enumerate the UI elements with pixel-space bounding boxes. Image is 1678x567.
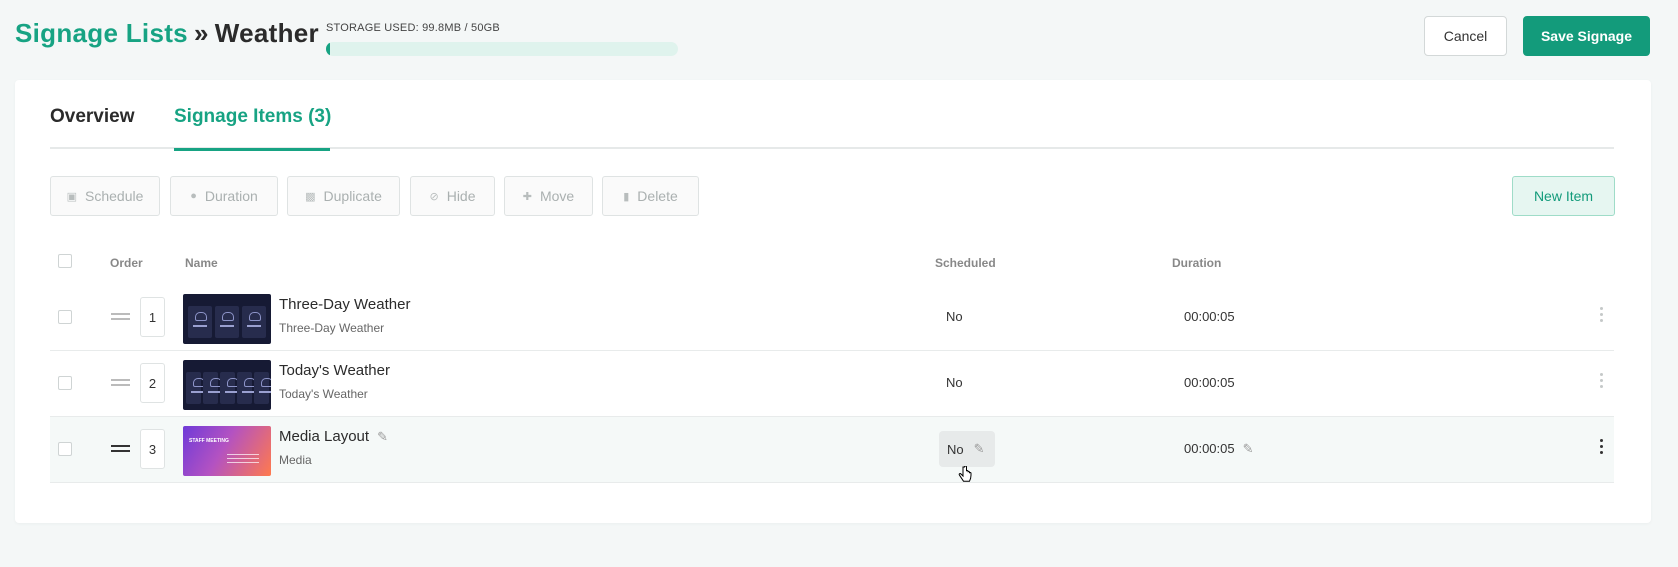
hide-label: Hide: [446, 188, 476, 204]
cancel-button[interactable]: Cancel: [1424, 16, 1507, 56]
item-type: Media: [279, 453, 312, 467]
duration-value: 00:00:05: [1184, 375, 1235, 390]
tab-overview[interactable]: Overview: [50, 100, 135, 149]
clock-icon: ●: [190, 190, 197, 202]
breadcrumb-current: Weather: [214, 18, 319, 48]
edit-duration-pencil-icon[interactable]: ✎: [1243, 441, 1254, 457]
edit-schedule-pencil-icon[interactable]: ✎: [974, 441, 985, 457]
item-name: Media Layout: [279, 428, 370, 445]
column-header-duration: Duration: [1172, 256, 1222, 270]
duplicate-label: Duplicate: [323, 188, 382, 204]
row-checkbox[interactable]: [58, 442, 72, 456]
drag-handle-icon[interactable]: [111, 445, 130, 453]
delete-label: Delete: [637, 188, 678, 204]
drag-handle-icon[interactable]: [111, 313, 130, 321]
item-name-container: Media Layout ✎: [279, 428, 388, 445]
delete-button[interactable]: ▮ Delete: [602, 176, 699, 216]
breadcrumb-separator: »: [193, 18, 209, 48]
duration-value: 00:00:05: [1184, 309, 1235, 324]
storage-progress-fill: [326, 42, 330, 56]
select-all-checkbox[interactable]: [58, 254, 72, 268]
item-type: Today's Weather: [279, 387, 368, 401]
move-button[interactable]: ✚ Move: [504, 176, 593, 216]
scheduled-value: No: [947, 441, 964, 457]
table-row[interactable]: 3 STAFF MEETING Media Layout ✎ Media No ✎…: [50, 417, 1614, 483]
move-icon: ✚: [522, 190, 532, 203]
save-signage-button[interactable]: Save Signage: [1523, 16, 1650, 56]
item-type: Three-Day Weather: [279, 321, 385, 335]
storage-usage: STORAGE USED: 99.8MB / 50GB: [326, 22, 678, 56]
calendar-icon: ▣: [66, 190, 77, 203]
duration-value: 00:00:05: [1184, 441, 1235, 456]
page-title: Signage Lists» Weather: [15, 18, 319, 49]
table-row[interactable]: 2 Today's Weather Today's Weather No 00:…: [50, 351, 1614, 417]
breadcrumb-signage-lists[interactable]: Signage Lists: [15, 18, 188, 48]
item-thumbnail: [183, 294, 271, 344]
item-thumbnail: [183, 360, 271, 410]
thumbnail-text: STAFF MEETING: [189, 438, 229, 444]
order-input[interactable]: 1: [140, 297, 165, 337]
eye-slash-icon: ⊘: [429, 190, 439, 203]
item-name: Today's Weather: [279, 362, 390, 379]
storage-progress-bar: [326, 42, 678, 56]
duration-container: 00:00:05 ✎: [1184, 441, 1254, 457]
hide-button[interactable]: ⊘ Hide: [410, 176, 495, 216]
hand-cursor-icon: [958, 466, 972, 482]
duration-button[interactable]: ● Duration: [170, 176, 278, 216]
tab-signage-items[interactable]: Signage Items (3): [174, 100, 331, 151]
table-row[interactable]: 1 Three-Day Weather Three-Day Weather No…: [50, 285, 1614, 351]
new-item-button[interactable]: New Item: [1512, 176, 1615, 216]
column-header-scheduled: Scheduled: [935, 256, 996, 270]
more-options-icon[interactable]: [1600, 307, 1604, 327]
scheduled-value: No: [946, 375, 963, 390]
item-thumbnail: STAFF MEETING: [183, 426, 271, 476]
duplicate-button[interactable]: ▩ Duplicate: [287, 176, 400, 216]
item-name: Three-Day Weather: [279, 296, 411, 313]
tab-bar: Overview Signage Items (3): [50, 100, 1614, 151]
trash-icon: ▮: [623, 190, 630, 203]
more-options-icon[interactable]: [1600, 439, 1604, 459]
signage-items-panel: Overview Signage Items (3) ▣ Schedule ● Du…: [15, 80, 1651, 523]
move-label: Move: [539, 188, 575, 204]
scheduled-value: No: [946, 309, 963, 324]
order-input[interactable]: 2: [140, 363, 165, 403]
duration-label: Duration: [204, 188, 258, 204]
schedule-label: Schedule: [85, 188, 144, 204]
storage-label: STORAGE USED: 99.8MB / 50GB: [326, 22, 500, 34]
page-header: Signage Lists» Weather STORAGE USED: 99.8…: [0, 0, 1678, 75]
row-checkbox[interactable]: [58, 376, 72, 390]
drag-handle-icon[interactable]: [111, 379, 130, 387]
column-header-order: Order: [110, 256, 143, 270]
row-checkbox[interactable]: [58, 310, 72, 324]
edit-name-pencil-icon[interactable]: ✎: [377, 429, 388, 445]
column-header-name: Name: [185, 256, 218, 270]
scheduled-edit-control[interactable]: No ✎: [939, 431, 995, 467]
more-options-icon[interactable]: [1600, 373, 1604, 393]
order-input[interactable]: 3: [140, 429, 165, 469]
copy-icon: ▩: [305, 190, 316, 203]
schedule-button[interactable]: ▣ Schedule: [50, 176, 160, 216]
